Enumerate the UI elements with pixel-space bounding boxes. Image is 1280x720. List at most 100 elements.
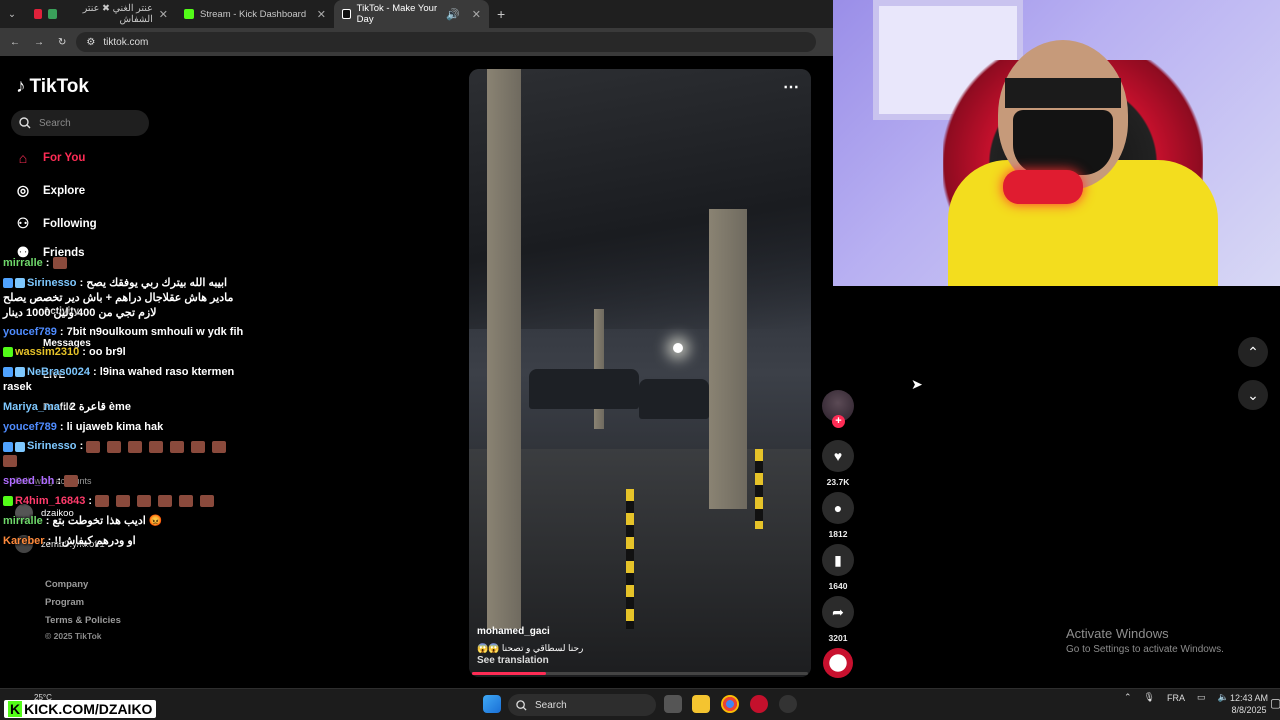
- chat-username: Mariya_ma: [3, 400, 60, 413]
- video-frame: [709, 209, 747, 509]
- notification-icon[interactable]: ▢: [1270, 696, 1280, 710]
- footer-terms-link[interactable]: Terms & Policies: [45, 615, 121, 626]
- file-explorer-icon[interactable]: [692, 695, 710, 713]
- footer-program-link[interactable]: Program: [45, 597, 84, 608]
- chat-username: R4him_16843: [15, 494, 86, 507]
- tab-arabic[interactable]: عنتر الغني ✖ عنتر الشفاش ✕: [26, 0, 176, 28]
- nav-following[interactable]: ⚇ Following: [15, 215, 97, 232]
- windows-start-icon[interactable]: [483, 695, 501, 713]
- task-view-icon[interactable]: [664, 695, 682, 713]
- clock-date: 8/8/2025: [1231, 705, 1267, 715]
- nav-label: Explore: [43, 184, 86, 197]
- stream-chat-overlay: mirralle : Sirinesso : ابيبه الله بيترك …: [3, 256, 253, 554]
- network-icon[interactable]: ▭: [1197, 692, 1206, 703]
- obs-icon[interactable]: [779, 695, 797, 713]
- speaker-icon[interactable]: 🔊: [446, 8, 460, 21]
- browser-tab-bar: ⌄ عنتر الغني ✖ عنتر الشفاش ✕ Stream - Ki…: [0, 0, 833, 28]
- webcam-frame: [1003, 170, 1083, 204]
- emote-icon: [212, 440, 227, 453]
- chevron-up-icon[interactable]: ⌃: [1124, 692, 1132, 703]
- tab-label: Stream - Kick Dashboard: [200, 8, 307, 20]
- vip-badge-icon: [15, 367, 25, 378]
- video-author[interactable]: mohamed_gaci: [477, 626, 550, 637]
- tab-label: عنتر الغني ✖ عنتر الشفاش: [82, 3, 153, 25]
- close-icon[interactable]: ✕: [159, 8, 168, 21]
- chat-message: NeBras0024 : l9ina wahed raso ktermen ra…: [3, 366, 235, 393]
- save-count: 1640: [828, 581, 848, 591]
- chat-username: mirralle: [3, 514, 43, 527]
- reload-icon[interactable]: ↻: [58, 37, 66, 48]
- url-field[interactable]: ⚙ tiktok.com: [76, 32, 817, 52]
- video-progress-bar[interactable]: [472, 672, 808, 675]
- comment-button[interactable]: ● 1812: [822, 492, 854, 539]
- taskbar-clock[interactable]: 12:43 AM 8/8/2025: [1230, 692, 1268, 716]
- emote-icon: [191, 440, 206, 453]
- chat-username: speed_bh: [3, 475, 55, 488]
- tab-kick-dashboard[interactable]: Stream - Kick Dashboard ✕: [176, 0, 334, 28]
- video-progress-fill: [472, 672, 546, 675]
- like-button[interactable]: ♥ 23.7K: [822, 440, 854, 487]
- chat-message: R4him_16843 :: [3, 494, 253, 509]
- emote-icon: [200, 495, 215, 508]
- heart-icon: ♥: [822, 440, 854, 472]
- chrome-icon[interactable]: [721, 695, 739, 713]
- taskbar-search[interactable]: Search: [508, 694, 656, 716]
- tab-list-button[interactable]: ⌄: [0, 0, 26, 28]
- activate-subtitle: Go to Settings to activate Windows.: [1066, 644, 1224, 655]
- back-icon[interactable]: ←: [10, 37, 20, 48]
- save-button[interactable]: ▮ 1640: [822, 544, 854, 591]
- follow-plus-icon[interactable]: +: [832, 415, 845, 428]
- nav-explore[interactable]: ◎ Explore: [15, 182, 85, 199]
- volume-icon[interactable]: 🔈: [1218, 692, 1229, 703]
- search-icon: [516, 699, 527, 711]
- language-indicator[interactable]: FRA: [1167, 693, 1185, 703]
- emote-icon: [52, 257, 67, 270]
- close-icon[interactable]: ✕: [317, 8, 326, 21]
- youtube-app-icon[interactable]: [750, 695, 768, 713]
- footer-company-link[interactable]: Company: [45, 579, 88, 590]
- emote-icon: [170, 440, 185, 453]
- microphone-icon[interactable]: 🎙: [1144, 692, 1155, 703]
- more-options-icon[interactable]: ⋯: [783, 77, 799, 97]
- chat-username: Sirinesso: [27, 440, 77, 453]
- nav-label: Following: [43, 217, 97, 230]
- video-frame: [529, 369, 639, 409]
- video-caption: رحنا لسطاقي و تصحنا 😱😱: [477, 643, 584, 653]
- chat-message: mirralle :: [3, 256, 253, 271]
- comment-icon: ●: [822, 492, 854, 524]
- close-icon[interactable]: ✕: [472, 8, 481, 21]
- emote-icon: [149, 440, 164, 453]
- search-placeholder: Search: [39, 117, 71, 129]
- plus-badge-icon: [3, 347, 13, 358]
- copyright: © 2025 TikTok: [45, 631, 102, 641]
- chevron-down-icon: ⌄: [1247, 386, 1259, 403]
- comment-count: 1812: [828, 529, 848, 539]
- music-disc-icon[interactable]: [823, 648, 853, 678]
- like-count: 23.7K: [826, 477, 850, 487]
- plus-icon: +: [497, 6, 506, 22]
- tab-tiktok[interactable]: TikTok - Make Your Day 🔊 ✕: [334, 0, 489, 28]
- vip-badge-icon: [15, 277, 25, 288]
- chevron-up-icon: ⌃: [1247, 343, 1259, 360]
- forward-icon[interactable]: →: [34, 37, 44, 48]
- search-input[interactable]: Search: [11, 110, 149, 136]
- video-player[interactable]: ⋯: [469, 69, 811, 677]
- next-video-button[interactable]: ⌄: [1238, 380, 1268, 410]
- share-count: 3201: [828, 633, 848, 643]
- activate-windows-watermark: Activate Windows Go to Settings to activ…: [1066, 626, 1224, 655]
- tab-label: TikTok - Make Your Day: [356, 3, 438, 25]
- previous-video-button[interactable]: ⌃: [1238, 337, 1268, 367]
- share-button[interactable]: ➦ 3201: [822, 596, 854, 643]
- chat-message: wassim2310 : oo br9l: [3, 345, 253, 360]
- nav-label: For You: [43, 152, 86, 164]
- youtube-favicon-icon: [34, 9, 43, 19]
- site-info-icon[interactable]: ⚙: [86, 37, 95, 48]
- plus-badge-icon: [3, 496, 13, 507]
- video-frame: [673, 343, 683, 353]
- search-icon: [19, 117, 31, 129]
- tiktok-logo[interactable]: ♪ TikTok: [16, 76, 89, 98]
- chat-message: speed_bh :: [3, 474, 253, 489]
- nav-for-you[interactable]: ⌂ For You: [15, 150, 86, 166]
- new-tab-button[interactable]: +: [489, 0, 513, 28]
- see-translation-link[interactable]: See translation: [477, 655, 549, 666]
